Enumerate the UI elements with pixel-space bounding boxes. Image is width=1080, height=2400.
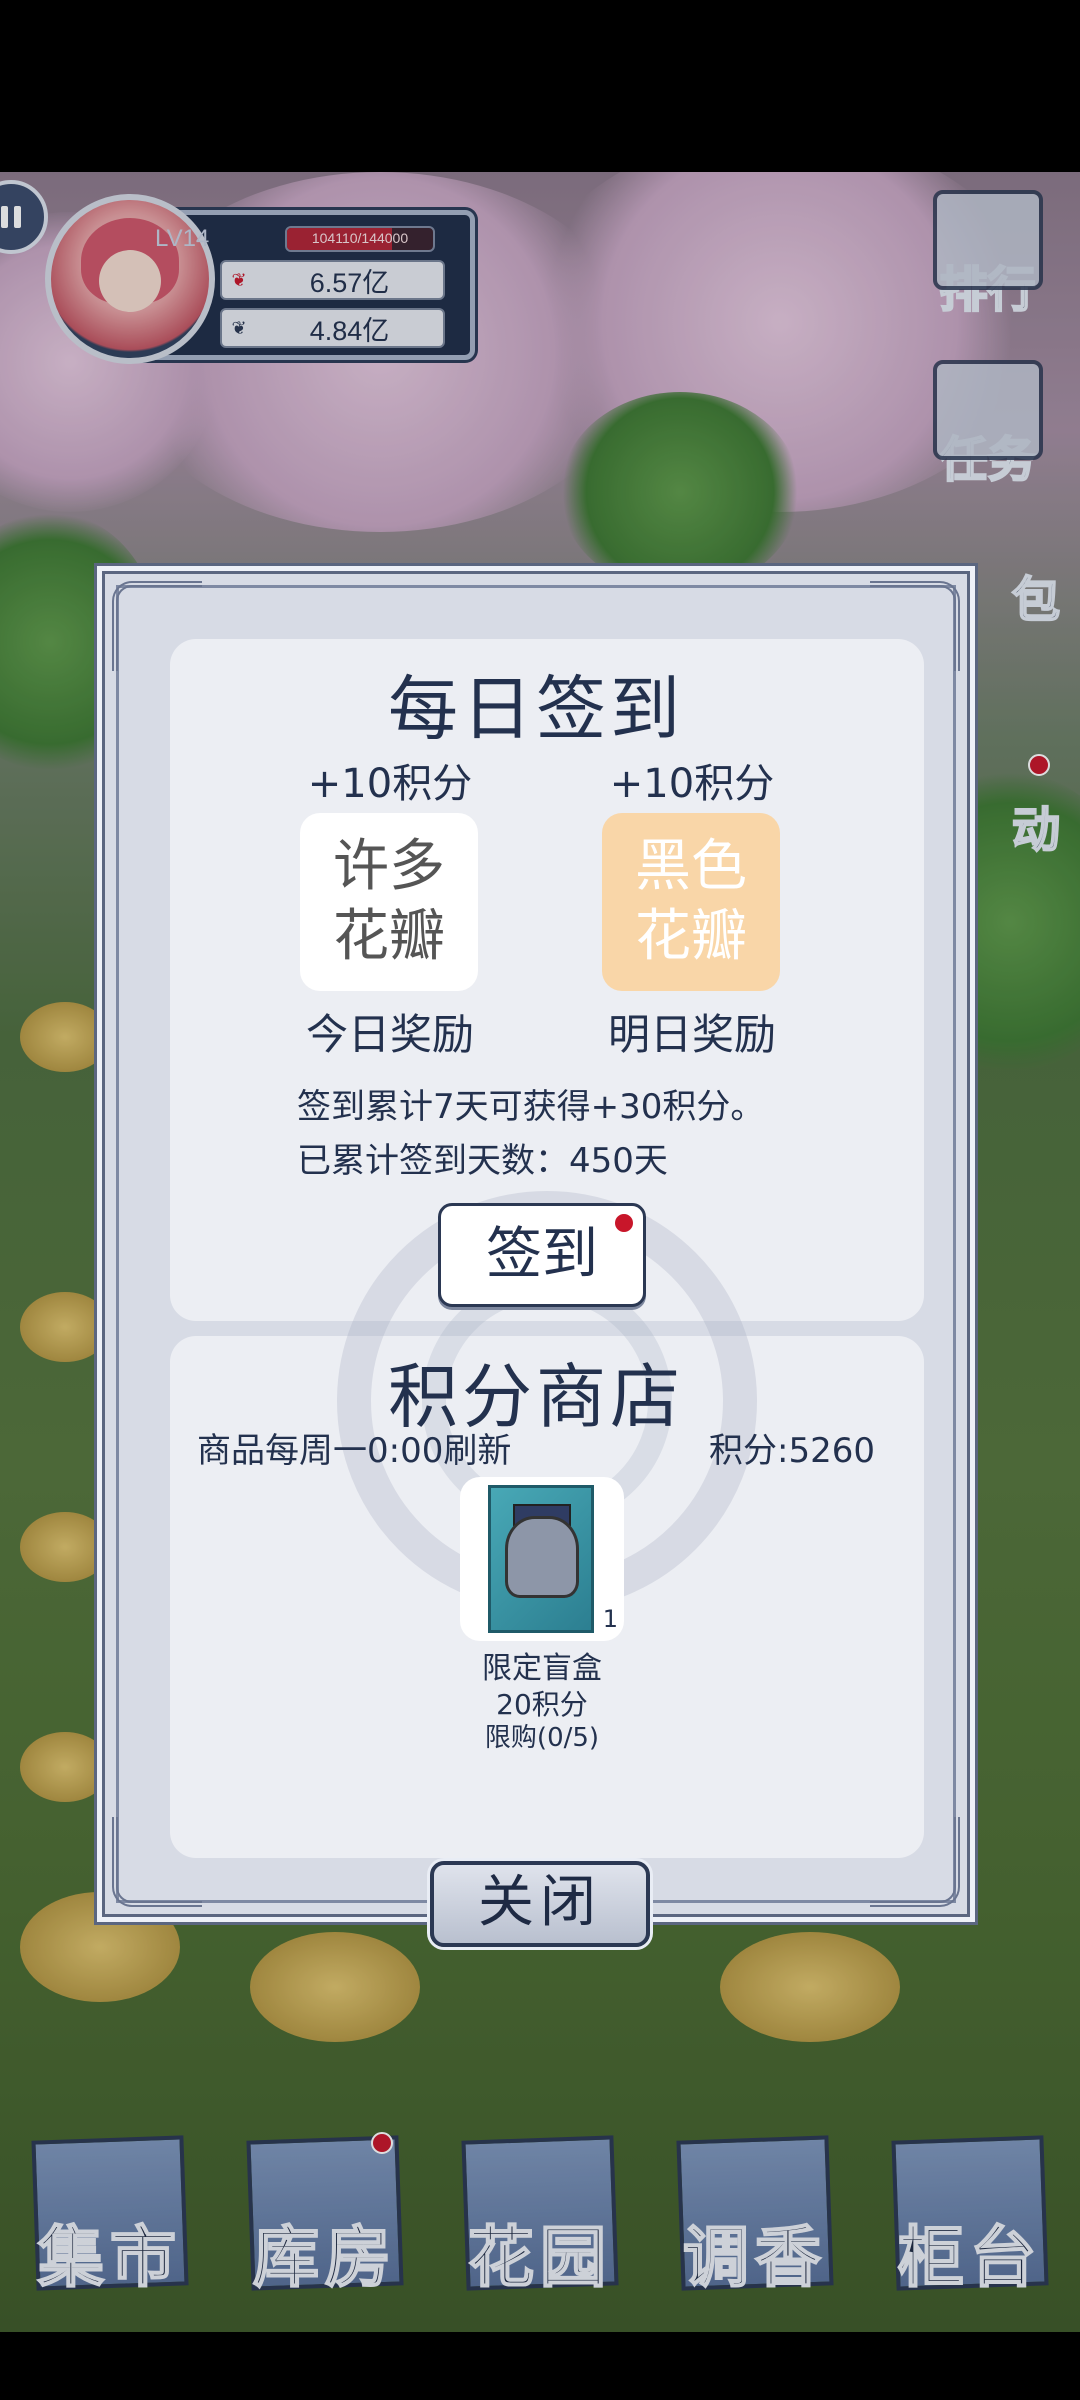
item-limit: 限购(0/5) bbox=[484, 1723, 600, 1753]
signin-shop-dialog: 每日签到 +10积分 +10积分 许多花瓣 黑色花瓣 今日奖励 明日奖励 签到累… bbox=[97, 566, 975, 1922]
signin-button[interactable]: 签到 bbox=[438, 1203, 646, 1307]
today-points: +10积分 bbox=[307, 761, 473, 807]
close-button[interactable]: 关闭 bbox=[430, 1861, 650, 1947]
blind-box-icon bbox=[488, 1485, 594, 1633]
total-days-info: 已累计签到天数：450天 bbox=[297, 1141, 668, 1181]
tomorrow-reward-label: 明日奖励 bbox=[607, 1010, 776, 1059]
today-reward-label: 今日奖励 bbox=[305, 1010, 474, 1059]
notification-dot bbox=[613, 1212, 635, 1234]
points-balance: 积分:5260 bbox=[709, 1431, 875, 1471]
item-quantity: 1 bbox=[602, 1605, 618, 1633]
signin-title: 每日签到 bbox=[388, 668, 684, 750]
tomorrow-points: +10积分 bbox=[609, 761, 775, 807]
today-reward-tile: 许多花瓣 bbox=[300, 813, 478, 991]
item-name: 限定盲盒 bbox=[482, 1651, 602, 1686]
tomorrow-reward-tile: 黑色花瓣 bbox=[602, 813, 780, 991]
bonus-info: 签到累计7天可获得+30积分。 bbox=[297, 1087, 765, 1127]
refresh-info: 商品每周一0:00刷新 bbox=[197, 1431, 512, 1471]
shop-item-blind-box[interactable]: 1 bbox=[460, 1477, 624, 1641]
